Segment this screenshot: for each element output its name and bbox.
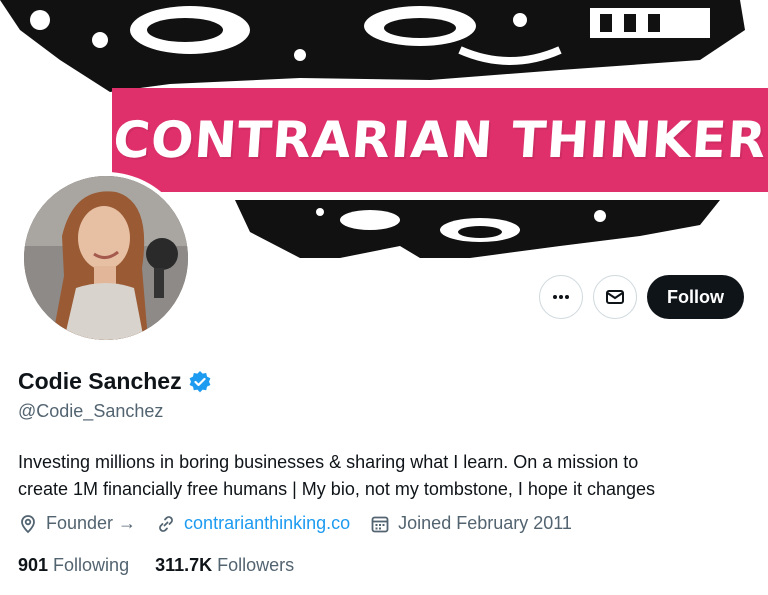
more-button[interactable]: [539, 275, 583, 319]
follow-button[interactable]: Follow: [647, 275, 744, 319]
avatar[interactable]: [20, 172, 192, 344]
message-button[interactable]: [593, 275, 637, 319]
envelope-icon: [606, 290, 624, 304]
profile-stats: 901 Following 311.7K Followers: [18, 555, 320, 576]
category-text: Founder →: [46, 513, 137, 533]
verified-badge-icon[interactable]: [188, 370, 212, 394]
meta-joined: Joined February 2011: [370, 513, 572, 534]
following-count: 901: [18, 555, 49, 575]
following-label: Following: [53, 555, 130, 575]
meta-website[interactable]: contrarianthinking.co: [156, 513, 350, 534]
profile-actions: Follow: [539, 275, 744, 319]
handle: @Codie_Sanchez: [18, 401, 164, 421]
website-link[interactable]: contrarianthinking.co: [184, 513, 350, 534]
display-name: Codie Sanchez: [18, 368, 182, 394]
following-stat[interactable]: 901 Following: [18, 555, 129, 576]
followers-count: 311.7K: [155, 555, 213, 575]
bio: Investing millions in boring businesses …: [18, 449, 748, 503]
more-icon: [553, 295, 569, 299]
location-pin-icon: [21, 514, 35, 533]
link-icon: [159, 515, 173, 532]
followers-label: Followers: [217, 555, 295, 575]
followers-stat[interactable]: 311.7K Followers: [155, 555, 294, 576]
joined-text: Joined February 2011: [398, 513, 572, 533]
bio-line: create 1M financially free humans | My b…: [18, 479, 655, 499]
avatar-photo: [24, 176, 188, 340]
banner-title: CONTRARIAN THINKER: [111, 111, 768, 169]
profile-meta: Founder → contrarianthinking.co Joined F…: [18, 513, 592, 534]
name-row: Codie Sanchez: [18, 368, 212, 395]
calendar-icon: [371, 516, 389, 532]
meta-category: Founder →: [18, 513, 136, 534]
bio-line: Investing millions in boring businesses …: [18, 452, 639, 472]
